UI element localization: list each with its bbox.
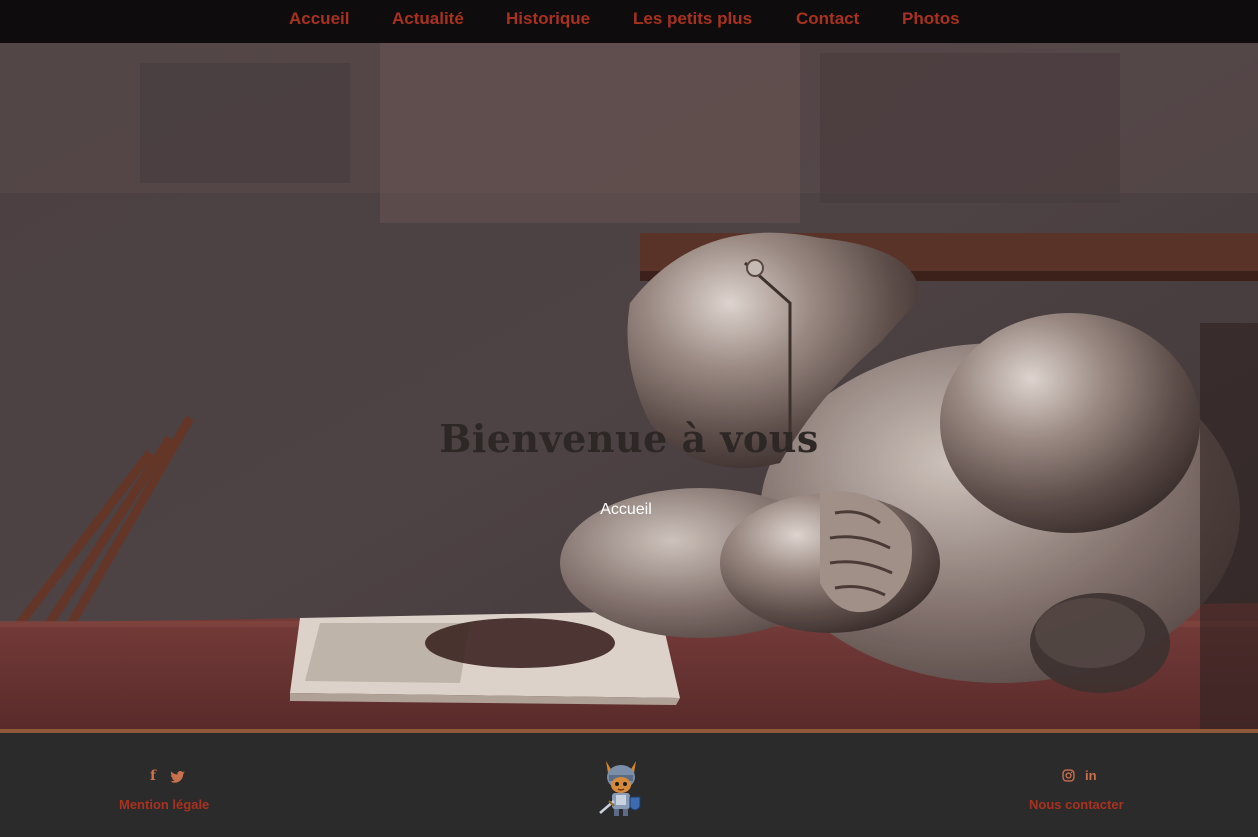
nav-link-accueil[interactable]: Accueil [289, 9, 349, 29]
hero-subtitle: Accueil [600, 501, 652, 518]
nav-link-historique[interactable]: Historique [506, 9, 590, 29]
nav-link-actualite[interactable]: Actualité [392, 9, 464, 29]
facebook-icon[interactable]: f [150, 768, 156, 784]
hero-section: Bienvenue à vous Accueil [0, 43, 1258, 729]
knight-mascot-logo [594, 757, 648, 824]
twitter-icon[interactable] [170, 770, 185, 786]
hero-title: Bienvenue à vous [439, 416, 819, 461]
top-navigation: Accueil Actualité Historique Les petits … [0, 0, 1258, 43]
instagram-icon[interactable] [1062, 769, 1075, 785]
footer: f Mention légale in Nous contacter [0, 733, 1258, 837]
nav-link-les-petits-plus[interactable]: Les petits plus [633, 9, 752, 29]
hero-background-image [0, 43, 1258, 729]
nous-contacter-link[interactable]: Nous contacter [1029, 797, 1124, 812]
linkedin-icon[interactable]: in [1085, 768, 1097, 783]
mention-legale-link[interactable]: Mention légale [119, 797, 209, 812]
nav-link-contact[interactable]: Contact [796, 9, 859, 29]
nav-link-photos[interactable]: Photos [902, 9, 960, 29]
